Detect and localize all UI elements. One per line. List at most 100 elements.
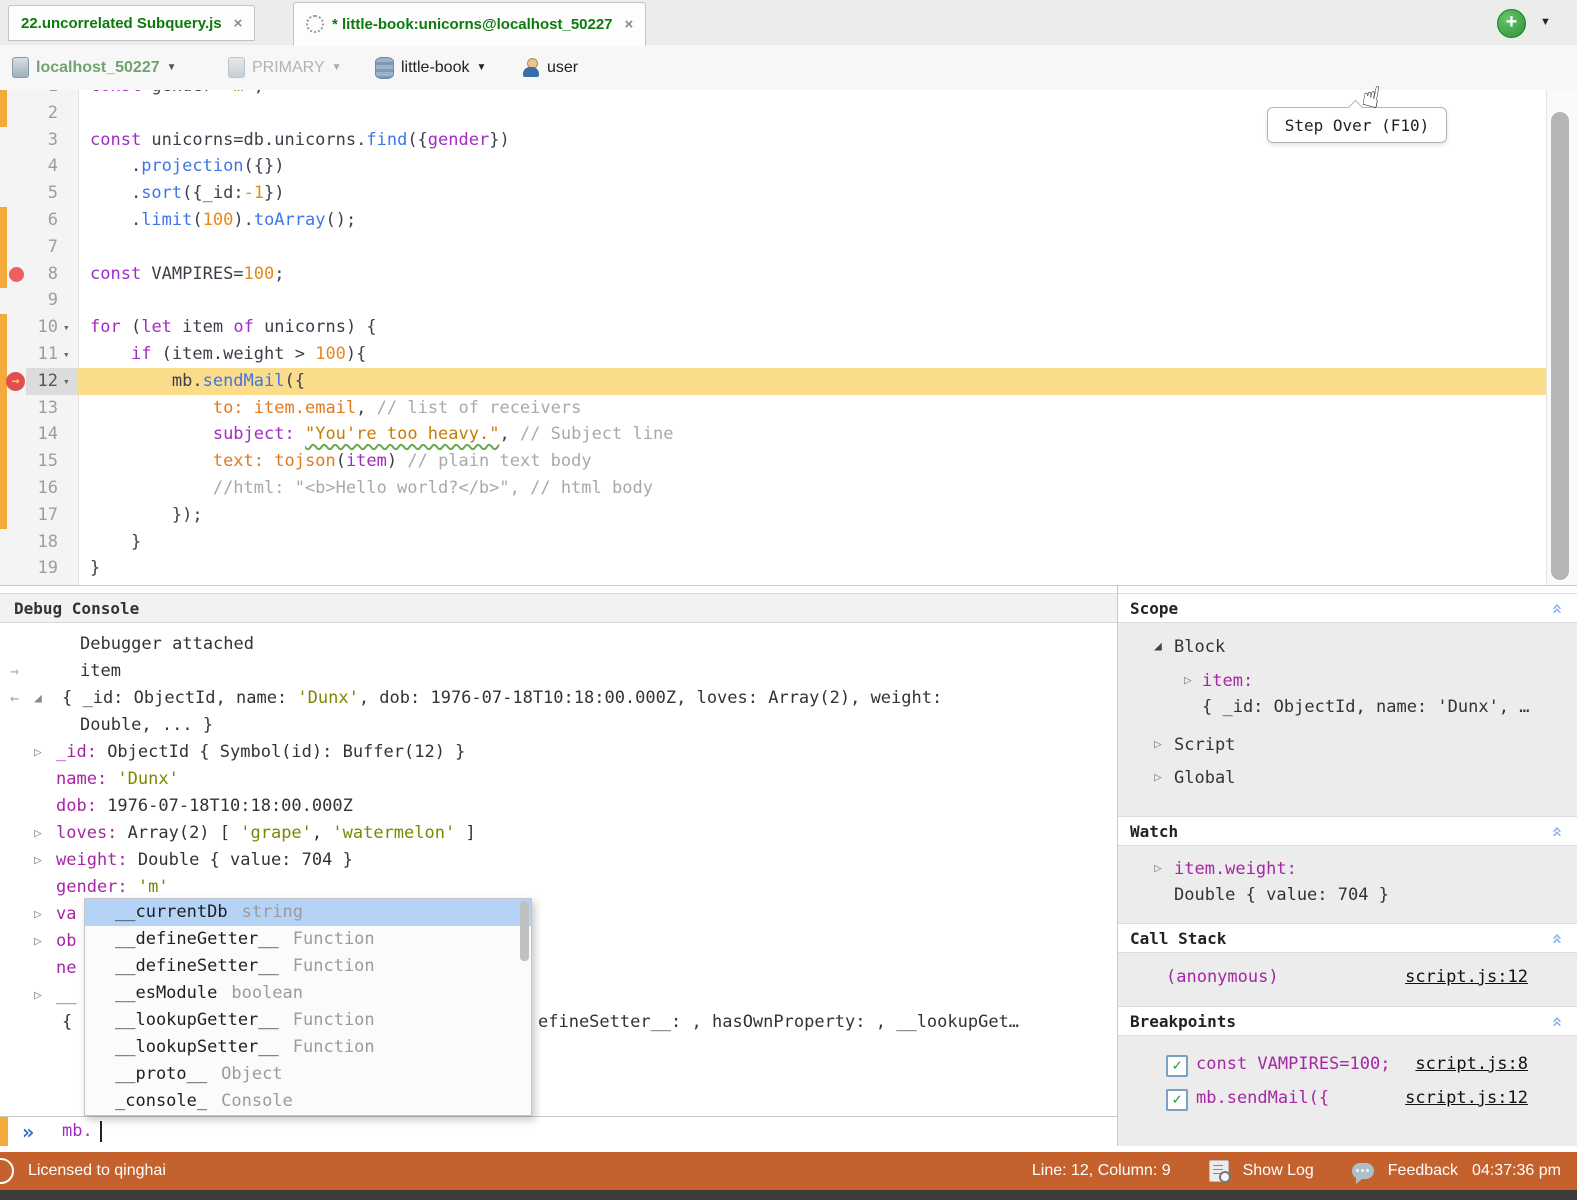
tab-list-dropdown-icon[interactable]: ▼ — [1540, 16, 1551, 28]
code-line[interactable]: 6 .limit(100).toArray(); — [0, 207, 1577, 234]
fold-caret-icon[interactable]: ▾ — [63, 314, 70, 341]
current-execution-icon[interactable]: → — [6, 372, 25, 391]
fold-caret-icon[interactable]: ▾ — [63, 341, 70, 368]
close-icon[interactable]: × — [625, 16, 634, 33]
expand-icon[interactable]: ▷ — [34, 847, 42, 874]
user-indicator[interactable]: user — [522, 45, 578, 90]
code-line[interactable]: 19} — [0, 555, 1577, 582]
expand-icon[interactable]: ▷ — [34, 739, 42, 766]
expand-icon[interactable]: ▷ — [34, 982, 42, 1009]
replica-selector[interactable]: PRIMARY ▼ — [228, 45, 342, 90]
scope-item-row[interactable]: ▷ item: — [1118, 661, 1577, 693]
call-stack-panel: (anonymous) script.js:12 — [1118, 953, 1577, 1006]
expand-icon[interactable]: ▷ — [1184, 673, 1192, 688]
expand-icon[interactable]: ▷ — [1154, 861, 1162, 876]
expand-icon[interactable]: ◢ — [34, 685, 42, 712]
close-icon[interactable]: × — [234, 15, 243, 32]
expand-icon[interactable]: ▷ — [34, 928, 42, 955]
editor-scrollbar-thumb[interactable] — [1551, 112, 1569, 580]
code-line[interactable]: 13 to: item.email, // list of receivers — [0, 395, 1577, 422]
connection-selector[interactable]: localhost_50227 ▼ — [12, 45, 177, 90]
expand-icon[interactable]: ▷ — [34, 820, 42, 847]
scope-global-row[interactable]: ▷ Global — [1118, 759, 1577, 792]
new-tab-button[interactable]: + — [1497, 9, 1526, 38]
code-line[interactable]: 10▾for (let item of unicorns) { — [0, 314, 1577, 341]
fold-caret-icon[interactable]: ▾ — [63, 368, 70, 395]
console-row: ▷weight: Double { value: 704 } — [0, 847, 1117, 874]
popup-scrollbar-thumb[interactable] — [520, 901, 529, 961]
line-number: 9 — [24, 287, 58, 314]
breakpoints-panel-header: Breakpoints « — [1118, 1006, 1577, 1036]
code-line[interactable]: 9 — [0, 287, 1577, 314]
code-text: const unicorns=db.unicorns.find({gender}… — [90, 127, 510, 154]
autocomplete-item[interactable]: __defineSetter__Function — [85, 953, 531, 980]
editor-scrollbar[interactable] — [1546, 90, 1577, 585]
code-editor[interactable]: 1const gender='m';23const unicorns=db.un… — [0, 90, 1577, 585]
code-line[interactable]: 17 }); — [0, 502, 1577, 529]
code-text: } — [90, 555, 100, 582]
breakpoint-checkbox[interactable]: ✓ — [1166, 1055, 1188, 1077]
console-text-tail: efineSetter__: , hasOwnProperty: , __loo… — [538, 1009, 1019, 1036]
code-line[interactable]: 5 .sort({_id:-1}) — [0, 180, 1577, 207]
breakpoint-label: const VAMPIRES=100; — [1196, 1054, 1390, 1074]
call-stack-frame-row[interactable]: (anonymous) script.js:12 — [1118, 953, 1577, 992]
code-line[interactable]: 15 text: tojson(item) // plain text body — [0, 448, 1577, 475]
code-line[interactable]: 14 subject: "You're too heavy.", // Subj… — [0, 421, 1577, 448]
breakpoint-row[interactable]: ✓ const VAMPIRES=100; script.js:8 — [1118, 1036, 1577, 1079]
code-text: text: tojson(item) // plain text body — [90, 448, 592, 475]
collapse-icon[interactable]: « — [1542, 1016, 1572, 1027]
code-line[interactable]: 18 } — [0, 529, 1577, 556]
expand-icon[interactable]: ▷ — [34, 901, 42, 928]
autocomplete-popup: __currentDbstring__defineGetter__Functio… — [84, 898, 532, 1116]
debug-side-panel: Scope « ◢ Block ▷ item: { _id: ObjectId,… — [1118, 585, 1577, 1146]
tab-little-book-unicorns[interactable]: * little-book:unicorns@localhost_50227 × — [293, 2, 646, 46]
scope-block-row[interactable]: ◢ Block — [1118, 623, 1577, 661]
database-selector[interactable]: little-book ▼ — [375, 45, 486, 90]
expand-icon[interactable]: ▷ — [1154, 770, 1162, 785]
autocomplete-item[interactable]: __lookupSetter__Function — [85, 1034, 531, 1061]
tab-uncorrelated-subquery[interactable]: 22.uncorrelated Subquery.js × — [8, 5, 255, 41]
text-cursor — [100, 1121, 102, 1142]
breakpoint-location-link[interactable]: script.js:12 — [1405, 1088, 1528, 1108]
code-text: subject: "You're too heavy.", // Subject… — [90, 421, 673, 448]
breakpoints-panel: ✓ const VAMPIRES=100; script.js:8 ✓mb.sendM… — [1118, 1036, 1577, 1146]
code-line[interactable]: 12▾→ mb.sendMail({ — [0, 368, 1577, 395]
console-row: ▷_id: ObjectId { Symbol(id): Buffer(12) … — [0, 739, 1117, 766]
feedback-button[interactable]: Feedback — [1388, 1162, 1458, 1180]
line-number: 19 — [24, 555, 58, 582]
collapse-icon[interactable]: « — [1542, 933, 1572, 944]
code-text: }); — [90, 502, 203, 529]
autocomplete-item[interactable]: __currentDbstring — [85, 899, 531, 926]
breakpoint-icon[interactable] — [9, 267, 24, 282]
code-line[interactable]: 8const VAMPIRES=100; — [0, 261, 1577, 288]
show-log-button[interactable]: Show Log — [1243, 1162, 1314, 1180]
code-line[interactable]: 7 — [0, 234, 1577, 261]
scope-script-row[interactable]: ▷ Script — [1118, 723, 1577, 759]
console-input-value[interactable]: mb. — [62, 1117, 93, 1146]
collapse-icon[interactable]: « — [1542, 603, 1572, 614]
watch-expression-row[interactable]: ▷ item.weight: — [1118, 846, 1577, 881]
frame-location-link[interactable]: script.js:12 — [1405, 967, 1528, 987]
console-input[interactable]: » mb. — [0, 1116, 1117, 1147]
autocomplete-item[interactable]: __lookupGetter__Function — [85, 1007, 531, 1034]
app-window: 22.uncorrelated Subquery.js × * little-b… — [0, 0, 1577, 1200]
expand-icon[interactable]: ◢ — [1154, 639, 1162, 654]
collapse-icon[interactable]: « — [1542, 826, 1572, 837]
expand-icon[interactable]: ▷ — [1154, 737, 1162, 752]
console-text: Debugger attached — [80, 631, 254, 658]
breakpoint-row[interactable]: ✓mb.sendMail({script.js:12 — [1118, 1079, 1577, 1113]
autocomplete-item[interactable]: _console_Console — [85, 1088, 531, 1115]
console-text: Double, ... } — [80, 712, 213, 739]
code-line[interactable]: 1const gender='m'; — [0, 90, 1577, 100]
breakpoint-checkbox[interactable]: ✓ — [1166, 1089, 1188, 1111]
code-line[interactable]: 11▾ if (item.weight > 100){ — [0, 341, 1577, 368]
breakpoint-location-link[interactable]: script.js:8 — [1415, 1054, 1528, 1074]
autocomplete-item[interactable]: __proto__Object — [85, 1061, 531, 1088]
code-line[interactable]: 16 //html: "<b>Hello world?</b>", // htm… — [0, 475, 1577, 502]
autocomplete-item[interactable]: __defineGetter__Function — [85, 926, 531, 953]
clock-text: 04:37:36 pm — [1472, 1162, 1561, 1180]
code-text: const VAMPIRES=100; — [90, 261, 285, 288]
code-line[interactable]: 4 .projection({}) — [0, 153, 1577, 180]
code-text: } — [90, 529, 141, 556]
autocomplete-item[interactable]: __esModuleboolean — [85, 980, 531, 1007]
